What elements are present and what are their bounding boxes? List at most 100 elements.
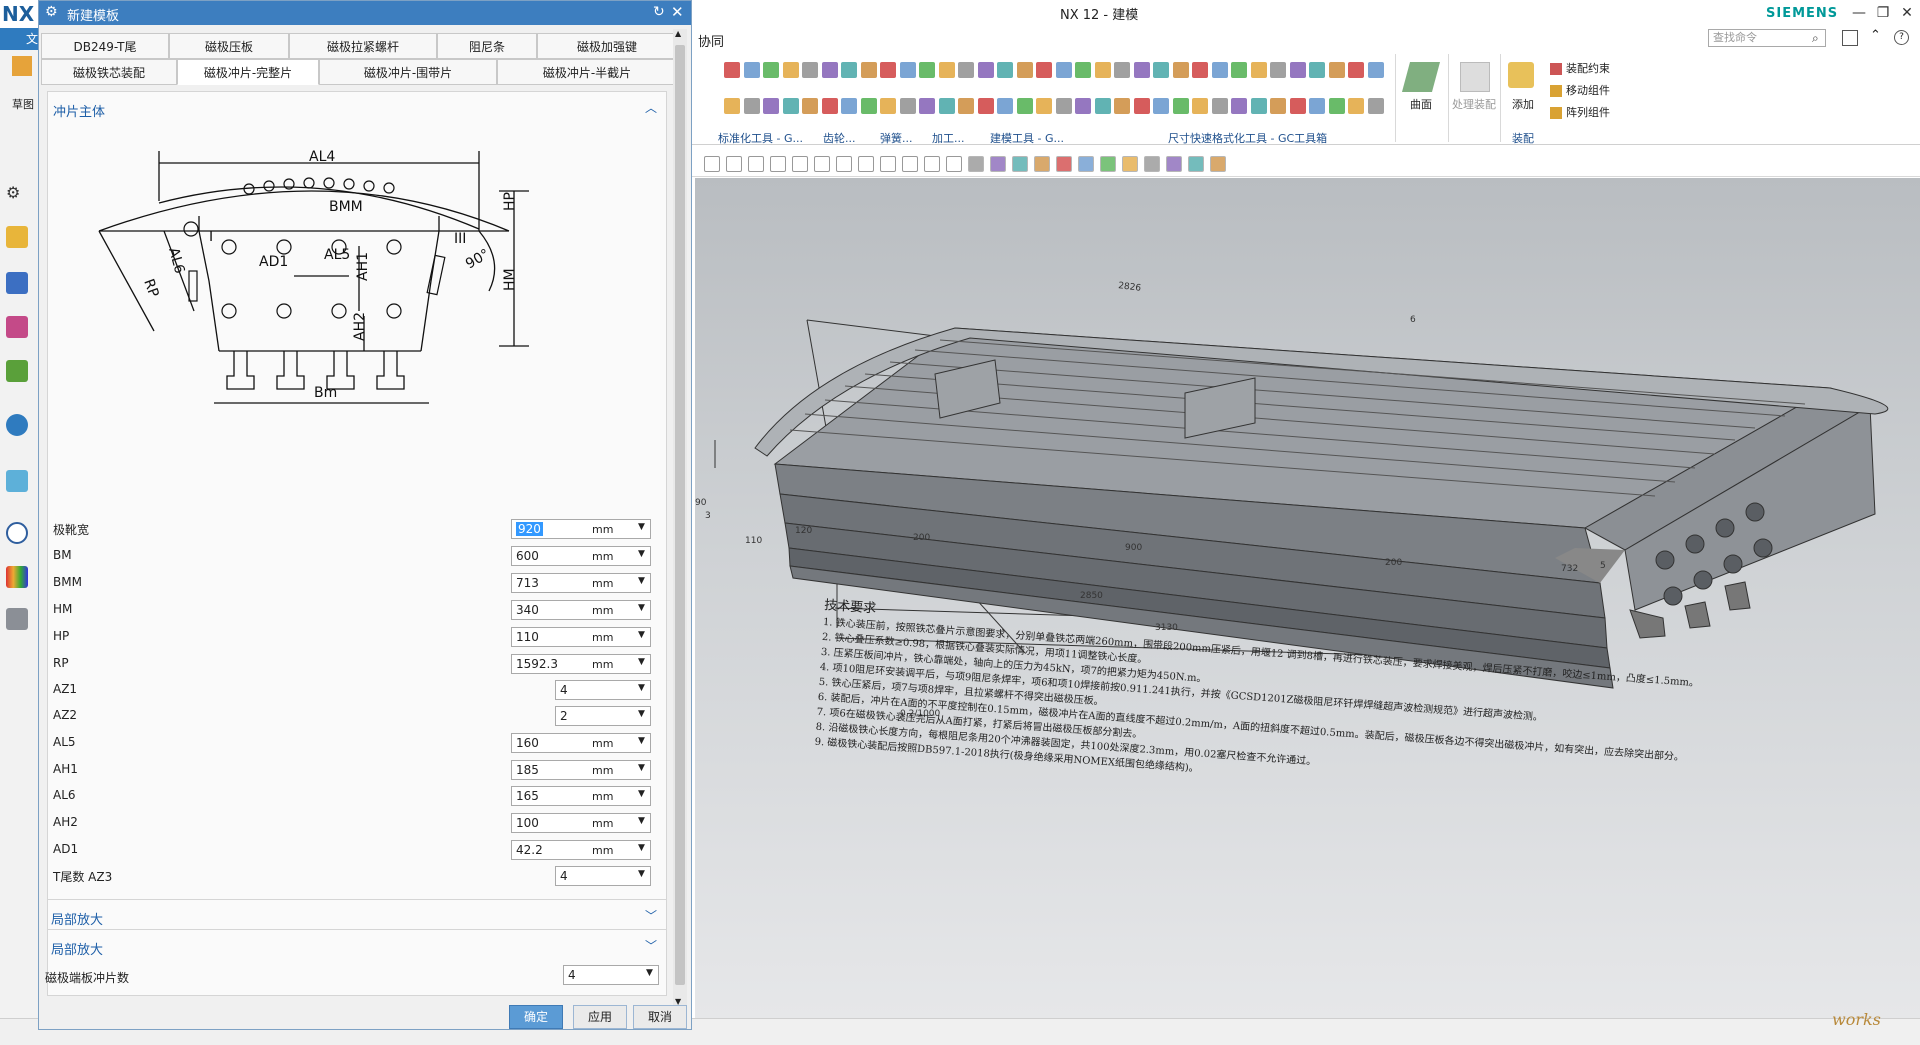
ribbon-tool-icon[interactable] xyxy=(743,62,760,78)
param-value-input[interactable]: 1592.3 mm ▼ xyxy=(511,654,651,674)
ribbon-tool-icon[interactable] xyxy=(899,98,916,114)
ribbon-tool-icon[interactable] xyxy=(997,98,1013,114)
group-label-machining[interactable]: 加工... xyxy=(932,130,965,146)
ribbon-tool-icon[interactable] xyxy=(899,62,916,78)
ribbon-tool-icon[interactable] xyxy=(1367,62,1384,78)
add-component-label[interactable]: 添加 xyxy=(1512,96,1534,112)
tab-full-lamination[interactable]: 磁极冲片-完整片 xyxy=(177,59,319,85)
param-value-input[interactable]: 160 mm ▼ xyxy=(511,733,651,753)
tab-pole-tie-bolt[interactable]: 磁极拉紧螺杆 xyxy=(289,33,437,59)
ribbon-tool-icon[interactable] xyxy=(919,62,935,78)
ribbon-tool-icon[interactable] xyxy=(860,98,877,114)
ribbon-tool-icon[interactable] xyxy=(1075,62,1091,78)
ribbon-tool-icon[interactable] xyxy=(841,62,857,78)
part-navigator-icon[interactable] xyxy=(6,316,28,338)
ribbon-tool-icon[interactable] xyxy=(1036,98,1052,114)
ribbon-tool-icon[interactable] xyxy=(860,62,877,78)
ribbon-tool-icon[interactable] xyxy=(1153,62,1169,78)
toolbar-tool-icon[interactable] xyxy=(1166,156,1182,172)
param-value-input[interactable]: 100 mm ▼ xyxy=(511,813,651,833)
ribbon-tool-icon[interactable] xyxy=(1133,98,1150,114)
group-label-dimension[interactable]: 尺寸快速格式化工具 - GC工具箱 xyxy=(1168,130,1327,146)
ribbon-tool-icon[interactable] xyxy=(782,98,799,114)
toolbar-tool-icon[interactable] xyxy=(990,156,1006,172)
dropdown-arrow-icon[interactable]: ▼ xyxy=(638,816,645,826)
ribbon-tool-icon[interactable] xyxy=(1172,62,1189,78)
ribbon-tool-icon[interactable] xyxy=(1348,62,1364,78)
web-browser-icon[interactable] xyxy=(6,414,28,436)
dropdown-arrow-icon[interactable]: ▼ xyxy=(638,736,645,746)
dropdown-arrow-icon[interactable]: ▼ xyxy=(638,549,645,559)
scroll-up-icon[interactable]: ▲ xyxy=(675,29,681,38)
ribbon-tool-icon[interactable] xyxy=(1094,98,1111,114)
toolbar-tool-icon[interactable] xyxy=(946,156,962,172)
dialog-gear-icon[interactable]: ⚙ xyxy=(45,4,58,20)
end-plate-count-select[interactable]: 4 ▼ xyxy=(563,965,659,985)
ribbon-tool-icon[interactable] xyxy=(821,98,838,114)
ribbon-tool-icon[interactable] xyxy=(958,62,974,78)
ribbon-tool-icon[interactable] xyxy=(1055,62,1072,78)
toolbar-tool-icon[interactable] xyxy=(726,156,742,172)
dropdown-arrow-icon[interactable]: ▼ xyxy=(646,968,653,978)
ribbon-tool-icon[interactable] xyxy=(880,98,896,114)
group-label-spring[interactable]: 弹簧... xyxy=(880,130,913,146)
ribbon-tool-icon[interactable] xyxy=(1231,62,1247,78)
collapse-chevron-icon[interactable]: ︿ xyxy=(645,99,657,116)
search-icon[interactable]: ⌕ xyxy=(1812,31,1819,46)
assembly-constraint-button[interactable]: 装配约束 xyxy=(1550,60,1610,76)
ribbon-tool-icon[interactable] xyxy=(821,62,838,78)
collapse-ribbon-icon[interactable]: ⌃ xyxy=(1870,28,1881,43)
toolbar-tool-icon[interactable] xyxy=(1056,156,1072,172)
tab-half-lamination[interactable]: 磁极冲片-半截片 xyxy=(497,59,677,85)
history-icon[interactable] xyxy=(6,470,28,492)
command-search-input[interactable]: 查找命令 xyxy=(1708,29,1826,47)
toolbar-tool-icon[interactable] xyxy=(770,156,786,172)
ribbon-tool-icon[interactable] xyxy=(1192,98,1208,114)
toolbar-tool-icon[interactable] xyxy=(704,156,720,172)
ribbon-tool-icon[interactable] xyxy=(782,62,799,78)
ribbon-tool-icon[interactable] xyxy=(1328,62,1345,78)
move-component-button[interactable]: 移动组件 xyxy=(1550,82,1610,98)
param-value-select[interactable]: 4 ▼ xyxy=(555,866,651,886)
ribbon-tool-icon[interactable] xyxy=(1250,98,1267,114)
section-title-main[interactable]: 冲片主体 xyxy=(53,101,105,120)
ribbon-tool-icon[interactable] xyxy=(1055,98,1072,114)
ribbon-tool-icon[interactable] xyxy=(977,62,994,78)
dropdown-arrow-icon[interactable]: ▼ xyxy=(638,869,645,879)
graphics-viewport[interactable]: 2826 6 90 3 120 110 200 900 200 732 5 28… xyxy=(695,178,1920,1018)
sketch-icon[interactable] xyxy=(12,56,32,76)
param-value-select[interactable]: 2 ▼ xyxy=(555,706,651,726)
close-icon[interactable]: ✕ xyxy=(671,3,684,21)
minimize-button[interactable]: — xyxy=(1848,2,1870,24)
toolbar-tool-icon[interactable] xyxy=(1012,156,1028,172)
ribbon-tool-icon[interactable] xyxy=(1172,98,1189,114)
toolbar-tool-icon[interactable] xyxy=(1034,156,1050,172)
dropdown-arrow-icon[interactable]: ▼ xyxy=(638,789,645,799)
ribbon-tool-icon[interactable] xyxy=(1348,98,1364,114)
window-layout-icon[interactable] xyxy=(1842,30,1858,46)
ribbon-tool-icon[interactable] xyxy=(841,98,857,114)
tab-pole-core-assembly[interactable]: 磁极铁芯装配 xyxy=(41,59,177,85)
cancel-button[interactable]: 取消 xyxy=(633,1005,687,1029)
ribbon-tool-icon[interactable] xyxy=(763,62,779,78)
scrollbar-thumb[interactable] xyxy=(675,45,685,985)
tab-db249-t-tail[interactable]: DB249-T尾 xyxy=(41,33,169,59)
tab-damper-bar[interactable]: 阻尼条 xyxy=(437,33,537,59)
section-title-zoom-2[interactable]: 局部放大 xyxy=(51,939,103,958)
restore-button[interactable]: ❐ xyxy=(1872,2,1894,24)
ribbon-tool-icon[interactable] xyxy=(919,98,935,114)
ribbon-tool-icon[interactable] xyxy=(997,62,1013,78)
ribbon-tool-icon[interactable] xyxy=(1114,62,1130,78)
constraint-navigator-icon[interactable] xyxy=(6,272,28,294)
ribbon-tool-icon[interactable] xyxy=(1309,98,1325,114)
toolbar-tool-icon[interactable] xyxy=(792,156,808,172)
toolbar-tool-icon[interactable] xyxy=(814,156,830,172)
menu-item-coop[interactable]: 协同 xyxy=(698,31,724,50)
dropdown-arrow-icon[interactable]: ▼ xyxy=(638,763,645,773)
ribbon-tool-icon[interactable] xyxy=(977,98,994,114)
group-label-modeling[interactable]: 建模工具 - G... xyxy=(990,130,1064,146)
toolbar-tool-icon[interactable] xyxy=(1144,156,1160,172)
assembly-navigator-icon[interactable] xyxy=(6,226,28,248)
reset-icon[interactable]: ↻ xyxy=(653,4,665,20)
ribbon-tool-icon[interactable] xyxy=(1270,98,1286,114)
